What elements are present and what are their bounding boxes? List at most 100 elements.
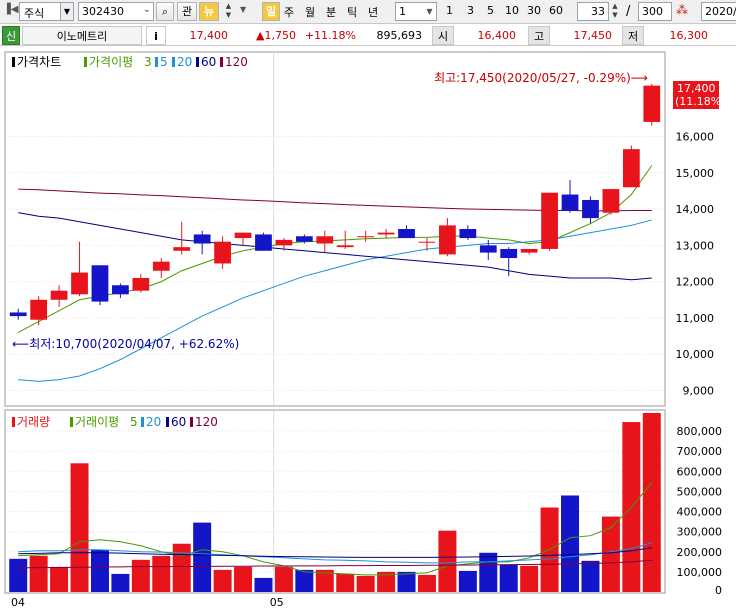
legend-marker: [12, 57, 15, 67]
volume-bar: [479, 552, 498, 592]
candle-body: [643, 85, 661, 122]
market-select[interactable]: 주식 ▼: [19, 2, 74, 21]
candle-body: [459, 229, 477, 239]
candle-body: [50, 290, 68, 300]
chart-area[interactable]: 가격차트 가격이평 3 5 20 60 120 거래량 거래이평 5 20 60…: [0, 47, 736, 609]
nav-first-icon[interactable]: ▐◀: [3, 4, 18, 18]
period-month-button[interactable]: 월: [305, 4, 315, 20]
period-year-button[interactable]: 년: [368, 4, 378, 20]
price-tick-label: 9,000: [683, 384, 715, 397]
price-tick-label: 12,000: [676, 276, 715, 289]
candle-body: [275, 239, 293, 246]
interval-5-button[interactable]: 5: [487, 4, 494, 17]
volume-axis-ticks: 100,000 200,000 300,000 400,000 500,000 600,0…: [677, 425, 723, 597]
credit-badge: 신: [2, 26, 20, 45]
vol-legend-ma20: 20: [146, 415, 161, 429]
x-label-05: 05: [270, 596, 284, 609]
period-tick-button[interactable]: 틱: [347, 4, 357, 20]
interval-select[interactable]: 1 ▼: [395, 2, 437, 21]
price-change: ▲1,750: [256, 29, 296, 42]
volume-bar: [254, 577, 273, 592]
candle-body: [398, 229, 415, 239]
legend-ma3: 3: [144, 55, 152, 69]
chevron-down-icon[interactable]: ▼: [240, 5, 246, 14]
date-input[interactable]: 2020/: [701, 2, 736, 21]
volume-bar: [111, 573, 130, 592]
price-tick-label: 15,000: [676, 167, 715, 180]
search-icon: ⌕: [161, 5, 169, 18]
gwan-button[interactable]: 관: [177, 2, 197, 21]
volume-tick-label: 700,000: [677, 445, 723, 458]
volume-bar: [274, 566, 293, 592]
volume-tick-label: 100,000: [677, 566, 723, 579]
volume-tick-label: 500,000: [677, 485, 723, 498]
count-input-value: 33: [591, 5, 605, 18]
search-button[interactable]: ⌕: [156, 2, 174, 21]
high-label: 고: [528, 26, 550, 45]
last-price-tag-price: 17,400: [677, 82, 716, 95]
candle: [91, 265, 109, 306]
volume-bar: [417, 574, 436, 592]
price-legend-title: 가격차트: [17, 55, 61, 69]
volume-ma-label: 거래이평: [75, 415, 119, 429]
interval-1-button[interactable]: 1: [446, 4, 453, 17]
chevron-down-icon: ▼: [426, 7, 433, 16]
candle: [541, 192, 558, 251]
candle-body: [30, 299, 48, 320]
candle-body: [357, 236, 375, 238]
period-week-button[interactable]: 주: [284, 4, 294, 20]
code-input-value: 302430: [82, 5, 124, 18]
volume-bar: [458, 570, 477, 592]
volume-bar: [70, 463, 89, 592]
code-input[interactable]: 302430 ⌄: [78, 2, 154, 21]
info-button[interactable]: i: [146, 26, 166, 45]
volume-bar: [499, 564, 518, 592]
volume-bar: [213, 569, 232, 592]
vol-legend-ma120: 120: [195, 415, 218, 429]
count-input[interactable]: 33: [577, 2, 609, 21]
market-select-value: 주식: [24, 7, 45, 20]
candle-body: [336, 245, 354, 248]
volume-bar: [234, 566, 253, 592]
interval-30-button[interactable]: 30: [527, 4, 541, 17]
price-tick-label: 11,000: [676, 312, 715, 325]
volume-bar: [520, 565, 539, 592]
toolbar: ▐◀ 주식 ▼ 302430 ⌄ ⌕ 관 뉴 ▲ ▼ ▼ 일 주 월 분 틱 년 …: [0, 0, 736, 24]
interval-3-button[interactable]: 3: [467, 4, 474, 17]
volume-tick-label: 600,000: [677, 465, 723, 478]
low-annotation: ⟵최저:10,700(2020/04/07, +62.62%): [12, 337, 239, 351]
period-minute-button[interactable]: 분: [326, 4, 336, 20]
interval-60-button[interactable]: 60: [549, 4, 563, 17]
legend-ma20: 20: [177, 55, 192, 69]
volume-bar: [152, 555, 171, 592]
volume-tick-label: 200,000: [677, 546, 723, 559]
candle-body: [418, 241, 436, 243]
grid-settings-icon[interactable]: ⁂: [676, 3, 688, 17]
period-day-button[interactable]: 일: [262, 2, 280, 21]
high-annotation: 최고:17,450(2020/05/27, -0.29%)⟶: [434, 71, 648, 85]
volume-bar: [356, 575, 375, 592]
candle: [622, 145, 640, 188]
candle-body: [561, 194, 579, 211]
candle-body: [193, 234, 211, 244]
new-button[interactable]: 뉴: [199, 2, 219, 21]
candle-body: [439, 225, 456, 255]
candle-body: [173, 247, 191, 251]
price-tick-label: 10,000: [676, 348, 715, 361]
candle-body: [602, 189, 620, 213]
candle-body: [234, 232, 252, 239]
interval-10-button[interactable]: 10: [505, 4, 519, 17]
volume-zero-label: 0: [715, 584, 722, 597]
price-ma-label: 가격이평: [89, 55, 133, 69]
volume-bar: [438, 530, 457, 592]
candle: [643, 83, 661, 126]
vol-legend-ma5: 5: [130, 415, 138, 429]
candle-body: [377, 232, 395, 235]
volume-bar: [295, 569, 314, 592]
count-stepper[interactable]: ▲ ▼: [609, 2, 621, 21]
stepper[interactable]: ▲ ▼: [221, 2, 236, 21]
volume-bar: [397, 571, 416, 592]
candle-body: [520, 248, 538, 253]
count-total-input[interactable]: 300: [638, 2, 672, 21]
volume-bar: [581, 560, 600, 592]
